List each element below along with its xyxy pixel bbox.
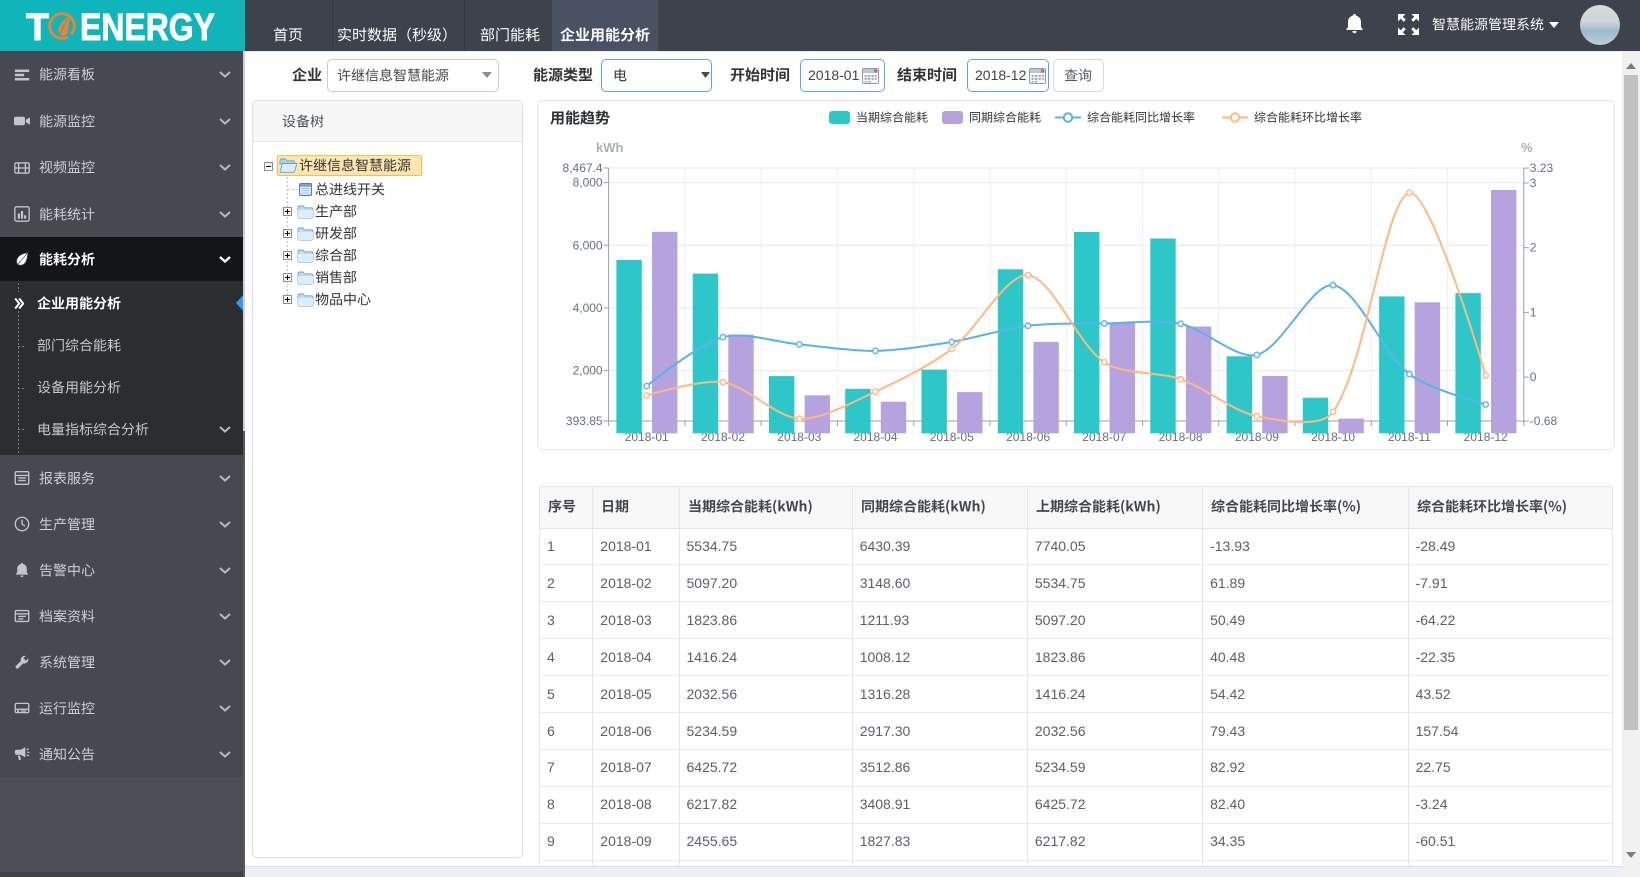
svg-text:393.85: 393.85	[566, 414, 603, 428]
svg-text:%: %	[1521, 140, 1533, 155]
svg-text:4,000: 4,000	[573, 301, 603, 315]
svg-text:8,000: 8,000	[573, 176, 603, 190]
svg-text:0: 0	[1530, 370, 1537, 384]
svg-text:8,467.4: 8,467.4	[563, 161, 603, 175]
svg-text:2,000: 2,000	[573, 364, 603, 378]
svg-text:kWh: kWh	[596, 140, 624, 155]
svg-text:3.23: 3.23	[1530, 161, 1554, 175]
svg-text:T: T	[26, 7, 49, 49]
svg-text:1: 1	[1530, 305, 1537, 319]
svg-text:3: 3	[1530, 176, 1537, 190]
svg-text:ENERGY: ENERGY	[80, 7, 215, 49]
svg-text:6,000: 6,000	[573, 238, 603, 252]
svg-text:-0.68: -0.68	[1530, 414, 1558, 428]
svg-text:2: 2	[1530, 241, 1537, 255]
